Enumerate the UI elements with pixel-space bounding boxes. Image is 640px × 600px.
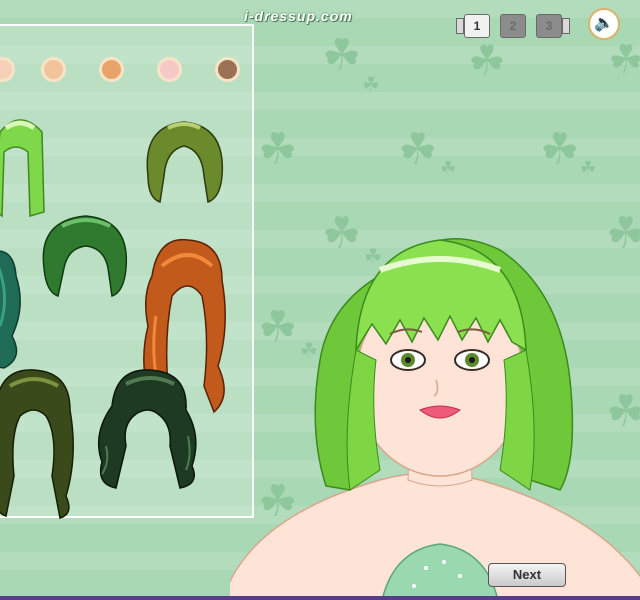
hairstyle-option-lime-bob[interactable] (0, 112, 50, 222)
next-button[interactable]: Next (488, 563, 566, 587)
clover-decoration: ☘ (468, 36, 506, 85)
page-1-button[interactable]: 1 (464, 14, 490, 38)
hairstyle-option-green-crop[interactable] (38, 212, 132, 300)
page-selector: 1 2 3 (456, 12, 570, 38)
clover-decoration: ☘ (440, 158, 457, 179)
hairstyle-option-olive-updo[interactable] (138, 116, 230, 208)
hair-color-swatch-5[interactable] (215, 57, 240, 82)
hairstyle-option-dark-curls[interactable] (92, 366, 204, 490)
clover-decoration: ☘ (608, 37, 640, 83)
hair-color-swatch-2[interactable] (41, 57, 66, 82)
clover-decoration: ☘ (540, 124, 580, 175)
bottom-border (0, 596, 640, 600)
sound-toggle-button[interactable]: 🔈 (588, 8, 620, 40)
game-stage: ☘ ☘ ☘ ☘ ☘ ☘ ☘ ☘ ☘ ☘ ☘ ☘ ☘ ☘ ☘ ☘ ☘ ☘ ☘ ☘ … (0, 0, 640, 600)
dressup-model (230, 238, 640, 600)
hairstyle-option-teal-waves[interactable] (0, 246, 30, 372)
speaker-icon: 🔈 (594, 15, 614, 32)
clover-decoration: ☘ (580, 158, 597, 179)
hair-color-swatch-4[interactable] (157, 57, 182, 82)
page-selector-right-cap (562, 18, 570, 34)
page-3-button[interactable]: 3 (536, 14, 562, 38)
clover-decoration: ☘ (398, 124, 438, 175)
clover-decoration: ☘ (362, 72, 380, 96)
hairstyle-option-olive-dark-long[interactable] (0, 366, 78, 520)
clover-decoration: ☘ (322, 30, 362, 81)
hair-color-swatch-3[interactable] (99, 57, 124, 82)
page-2-button[interactable]: 2 (500, 14, 526, 38)
site-logo: i-dressup.com (244, 8, 353, 24)
clover-decoration: ☘ (258, 124, 298, 175)
page-selector-left-cap (456, 18, 464, 34)
